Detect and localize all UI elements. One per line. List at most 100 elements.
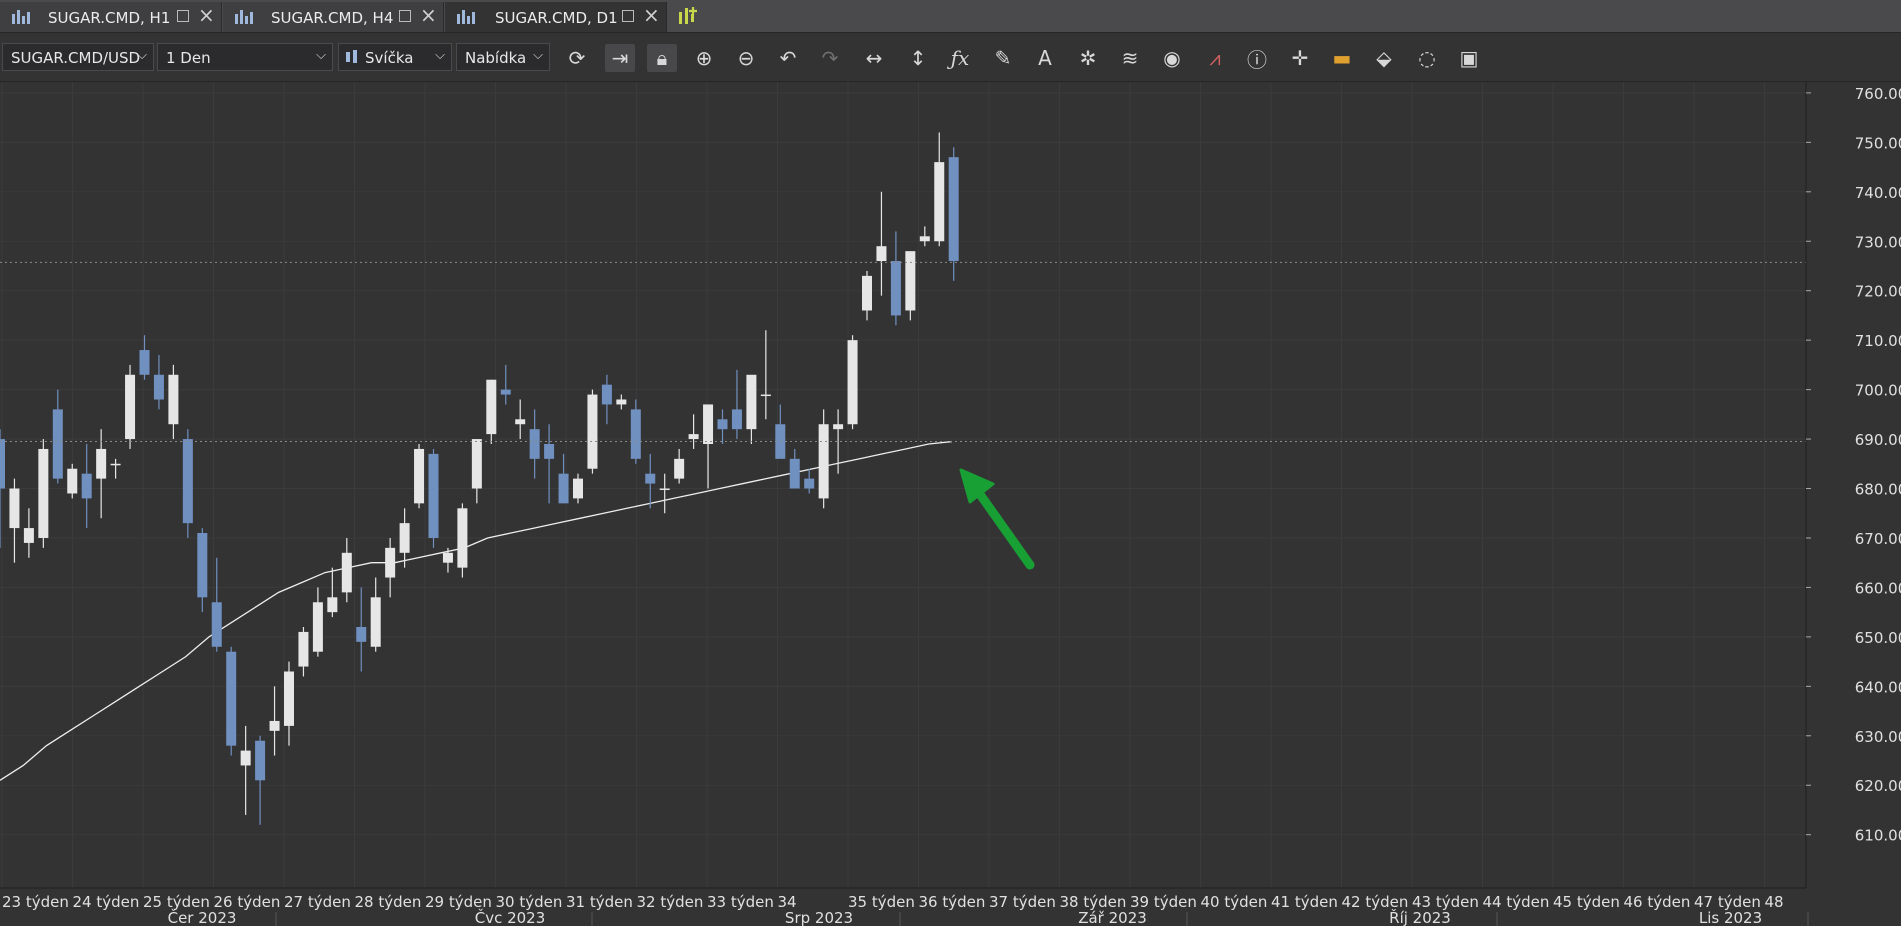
chevron-down-icon: ⌵ bbox=[435, 48, 445, 63]
candle-body bbox=[717, 419, 728, 430]
tab-sugar-d1[interactable]: SUGAR.CMD, D1 × bbox=[445, 2, 667, 32]
shift-chart-icon[interactable]: ⇥ bbox=[605, 44, 635, 72]
theme-icon[interactable]: ◌ bbox=[1412, 44, 1442, 72]
candle-body bbox=[312, 602, 323, 652]
indicators-fx-icon[interactable]: ƒx bbox=[945, 44, 975, 72]
candle-body bbox=[226, 651, 237, 746]
candle-body bbox=[255, 740, 266, 781]
new-chart-icon[interactable] bbox=[676, 4, 700, 28]
y-tick-label: 610.00 bbox=[1855, 827, 1901, 845]
offer-side-value: Nabídka bbox=[465, 49, 527, 67]
ruler-icon[interactable]: ▬ bbox=[1327, 44, 1357, 72]
candle-body bbox=[399, 523, 410, 553]
candle-body bbox=[486, 379, 497, 435]
candle-body bbox=[703, 404, 714, 445]
candle-body bbox=[789, 458, 800, 489]
instrument-select[interactable]: SUGAR.CMD/USD ⌵ bbox=[2, 43, 154, 71]
tab-sugar-h4[interactable]: SUGAR.CMD, H4 × bbox=[223, 2, 444, 32]
drawing-pencil-icon[interactable]: ✎ bbox=[988, 44, 1018, 72]
candle-body bbox=[197, 533, 208, 598]
close-icon[interactable]: × bbox=[420, 5, 437, 25]
candle-body bbox=[674, 458, 685, 479]
tab-sugar-h1[interactable]: SUGAR.CMD, H1 × bbox=[0, 2, 222, 32]
candle-body bbox=[356, 626, 367, 642]
candle-body bbox=[876, 246, 887, 262]
fit-horizontal-icon[interactable]: ↔ bbox=[859, 44, 889, 72]
y-tick-label: 740.00 bbox=[1855, 184, 1901, 202]
chart-type-select[interactable]: Svíčka ⌵ bbox=[338, 43, 452, 71]
candle-body bbox=[23, 528, 34, 543]
y-tick-label: 650.00 bbox=[1855, 629, 1901, 647]
crosshair-icon[interactable]: ✛ bbox=[1285, 44, 1315, 72]
close-icon[interactable]: × bbox=[643, 5, 660, 25]
y-tick-label: 750.00 bbox=[1855, 134, 1901, 152]
candle-body bbox=[428, 453, 439, 538]
price-chart[interactable]: 725.725689.497 760.00750.00740.00730.007… bbox=[0, 82, 1901, 926]
candle-body bbox=[847, 340, 858, 425]
month-label: Srp 2023 bbox=[785, 909, 853, 926]
save-icon[interactable]: ▣ bbox=[1454, 44, 1484, 72]
layers-icon[interactable]: ≋ bbox=[1115, 44, 1145, 72]
candle-body bbox=[52, 409, 63, 479]
candle-body bbox=[573, 478, 583, 499]
y-tick-label: 720.00 bbox=[1855, 283, 1901, 301]
candles-icon bbox=[457, 10, 475, 24]
offer-side-select[interactable]: Nabídka ⌵ bbox=[456, 43, 550, 71]
candle-body bbox=[182, 439, 193, 524]
week-label: 40 týden bbox=[1201, 893, 1268, 911]
candle-body bbox=[630, 409, 641, 459]
candle-body bbox=[833, 424, 844, 430]
fit-vertical-icon[interactable]: ↕ bbox=[903, 44, 933, 72]
objects-icon[interactable]: ✲ bbox=[1073, 44, 1103, 72]
paint-bucket-icon[interactable]: ⬙ bbox=[1369, 44, 1399, 72]
month-label: Říj 2023 bbox=[1389, 908, 1451, 926]
candle-body bbox=[471, 439, 482, 489]
candle-body bbox=[934, 162, 945, 242]
candle-body bbox=[341, 552, 352, 593]
candle-body bbox=[500, 389, 511, 395]
instrument-value: SUGAR.CMD/USD bbox=[11, 49, 141, 67]
candle-body bbox=[125, 374, 136, 440]
y-tick-label: 670.00 bbox=[1855, 530, 1901, 548]
candle-body bbox=[587, 394, 598, 469]
annotation-arrow-head bbox=[959, 468, 995, 504]
period-select[interactable]: 1 Den ⌵ bbox=[157, 43, 333, 71]
candle-body bbox=[81, 473, 92, 499]
candle-body bbox=[67, 468, 78, 494]
alert-pattern-icon[interactable]: ⩘ bbox=[1200, 44, 1230, 72]
tab-label: SUGAR.CMD, H4 bbox=[271, 9, 394, 27]
redo-icon[interactable]: ↷ bbox=[815, 44, 845, 72]
annotation-arrow-shaft bbox=[972, 485, 1035, 570]
chart-type-value: Svíčka bbox=[365, 49, 414, 67]
candle-body bbox=[240, 750, 251, 766]
period-value: 1 Den bbox=[166, 49, 211, 67]
lock-icon[interactable]: 🔒︎ bbox=[647, 44, 677, 72]
popout-icon[interactable] bbox=[399, 10, 411, 22]
refresh-icon[interactable]: ⟳ bbox=[562, 44, 592, 72]
y-tick-label: 660.00 bbox=[1855, 579, 1901, 597]
candle-body bbox=[414, 448, 425, 504]
week-label: 45 týden bbox=[1553, 893, 1620, 911]
chevron-down-icon: ⌵ bbox=[137, 48, 147, 63]
candle-body bbox=[659, 488, 670, 491]
eye-icon[interactable]: ◉ bbox=[1157, 44, 1187, 72]
undo-icon[interactable]: ↶ bbox=[773, 44, 803, 72]
week-label: 28 týden bbox=[355, 893, 422, 911]
candles bbox=[0, 132, 959, 825]
popout-icon[interactable] bbox=[177, 10, 189, 22]
zoom-in-icon[interactable]: ⊕ bbox=[689, 44, 719, 72]
zoom-out-icon[interactable]: ⊖ bbox=[731, 44, 761, 72]
popout-icon[interactable] bbox=[622, 10, 634, 22]
tab-label: SUGAR.CMD, H1 bbox=[48, 9, 171, 27]
candles-icon bbox=[12, 10, 30, 24]
text-tool-icon[interactable]: A bbox=[1030, 44, 1060, 72]
close-icon[interactable]: × bbox=[198, 5, 215, 25]
candle-body bbox=[688, 434, 699, 440]
y-tick-label: 680.00 bbox=[1855, 481, 1901, 499]
info-icon[interactable]: ⓘ bbox=[1242, 44, 1272, 72]
candle-body bbox=[804, 478, 815, 489]
candle-body bbox=[890, 261, 901, 316]
week-label: 31 týden bbox=[566, 893, 633, 911]
week-label: 41 týden bbox=[1271, 893, 1338, 911]
candle-body bbox=[284, 671, 294, 726]
